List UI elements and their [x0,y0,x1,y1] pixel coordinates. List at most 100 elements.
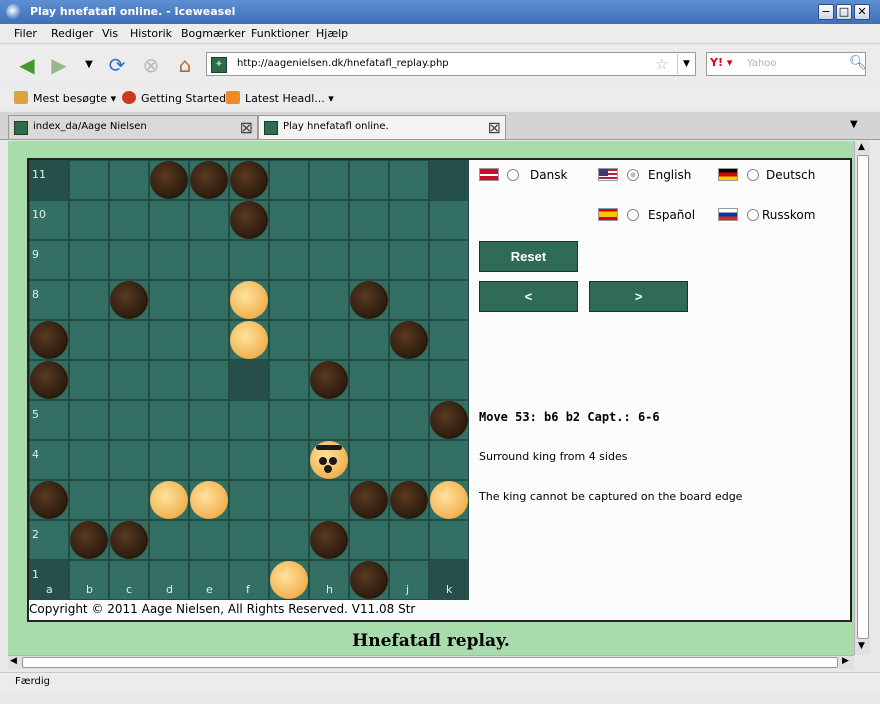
bookmark-getting-started[interactable]: Getting Started [122,91,226,105]
defender-piece[interactable] [150,481,188,519]
reset-button[interactable]: Reset [479,241,578,272]
board-square-b4[interactable] [69,440,109,480]
board-square-b10[interactable] [69,200,109,240]
defender-piece[interactable] [230,281,268,319]
board-square-h10[interactable] [309,200,349,240]
board-square-g8[interactable] [269,280,309,320]
board-square-g9[interactable] [269,240,309,280]
board-square-c10[interactable] [109,200,149,240]
board-square-g11[interactable] [269,160,309,200]
bookmark-mest-besogte[interactable]: Mest besøgte ▾ [14,91,116,105]
attacker-piece[interactable] [30,361,68,399]
search-bar[interactable]: Y! ▾ Yahoo 🔍︎ [706,52,867,76]
board-square-i9[interactable] [349,240,389,280]
board-square-k6[interactable] [429,360,469,400]
board-square-b8[interactable] [69,280,109,320]
board-square-g10[interactable] [269,200,309,240]
board-square-b6[interactable] [69,360,109,400]
board-square-e2[interactable] [189,520,229,560]
radio-english[interactable] [627,169,639,181]
board-square-b11[interactable] [69,160,109,200]
attacker-piece[interactable] [30,481,68,519]
radio-espanol[interactable] [627,209,639,221]
vertical-scroll-thumb[interactable] [857,155,869,639]
scroll-down-icon[interactable]: ▼ [858,641,865,651]
close-tab-icon[interactable]: ⊠ [488,118,501,137]
search-input[interactable]: Yahoo [747,58,776,69]
board-square-c9[interactable] [109,240,149,280]
stop-icon[interactable]: ⊗ [138,52,164,78]
board-square-i6[interactable] [349,360,389,400]
horizontal-scroll-thumb[interactable] [22,657,838,668]
attacker-piece[interactable] [390,321,428,359]
board-square-e9[interactable] [189,240,229,280]
board-square-b9[interactable] [69,240,109,280]
board-square-h5[interactable] [309,400,349,440]
close-tab-icon[interactable]: ⊠ [240,118,253,137]
home-icon[interactable]: ⌂ [172,52,198,78]
board-square-h9[interactable] [309,240,349,280]
menu-hjaelp[interactable]: Hjælp [316,27,348,40]
board-square-d2[interactable] [149,520,189,560]
tab-play-hnefatafl[interactable]: Play hnefatafl online. ⊠ [258,115,506,139]
menu-rediger[interactable]: Rediger [51,27,93,40]
board-square-f6[interactable] [229,360,269,400]
board-square-e4[interactable] [189,440,229,480]
search-engine-icon[interactable]: Y! ▾ [710,56,740,72]
menu-historik[interactable]: Historik [130,27,172,40]
board-square-b3[interactable] [69,480,109,520]
board-square-i2[interactable] [349,520,389,560]
board-square-f9[interactable] [229,240,269,280]
board-square-i5[interactable] [349,400,389,440]
board-square-c5[interactable] [109,400,149,440]
attacker-piece[interactable] [110,281,148,319]
horizontal-scrollbar[interactable]: ◀ ▶ [8,655,854,669]
board-square-j5[interactable] [389,400,429,440]
board-square-h8[interactable] [309,280,349,320]
tab-index-da[interactable]: index_da/Aage Nielsen ⊠ [8,115,258,139]
board-square-k9[interactable] [429,240,469,280]
board-square-g2[interactable] [269,520,309,560]
url-bar[interactable]: ✦ http://aagenielsen.dk/hnefatafl_replay… [206,52,696,76]
defender-piece[interactable] [430,481,468,519]
board-square-k8[interactable] [429,280,469,320]
attacker-piece[interactable] [350,281,388,319]
attacker-piece[interactable] [390,481,428,519]
radio-russkom[interactable] [747,209,759,221]
board-square-h7[interactable] [309,320,349,360]
attacker-piece[interactable] [430,401,468,439]
board-square-k2[interactable] [429,520,469,560]
defender-piece[interactable] [190,481,228,519]
board-square-d7[interactable] [149,320,189,360]
menu-filer[interactable]: Filer [14,27,37,40]
hnefatafl-board[interactable]: 1110987654321abcdefghijk [29,160,469,600]
close-window-button[interactable]: ✕ [854,4,870,20]
attacker-piece[interactable] [190,161,228,199]
board-square-g3[interactable] [269,480,309,520]
board-square-f5[interactable] [229,400,269,440]
board-square-j8[interactable] [389,280,429,320]
board-square-d5[interactable] [149,400,189,440]
next-move-button[interactable]: > [589,281,688,312]
previous-move-button[interactable]: < [479,281,578,312]
board-square-h11[interactable] [309,160,349,200]
forward-icon[interactable]: ▶ [46,52,72,78]
attacker-piece[interactable] [310,361,348,399]
bookmark-star-icon[interactable]: ☆ [655,55,668,73]
maximize-button[interactable]: □ [836,4,852,20]
board-square-c6[interactable] [109,360,149,400]
board-square-k10[interactable] [429,200,469,240]
board-square-d9[interactable] [149,240,189,280]
board-square-e8[interactable] [189,280,229,320]
board-square-b7[interactable] [69,320,109,360]
board-square-e5[interactable] [189,400,229,440]
board-square-g7[interactable] [269,320,309,360]
url-dropdown-icon[interactable]: ▼ [677,54,695,74]
board-square-i11[interactable] [349,160,389,200]
bookmark-latest-headlines[interactable]: Latest Headl... ▾ [226,91,334,105]
menu-bogmaerker[interactable]: Bogmærker [181,27,246,40]
menu-funktioner[interactable]: Funktioner [251,27,309,40]
board-square-j9[interactable] [389,240,429,280]
radio-deutsch[interactable] [747,169,759,181]
board-square-f2[interactable] [229,520,269,560]
